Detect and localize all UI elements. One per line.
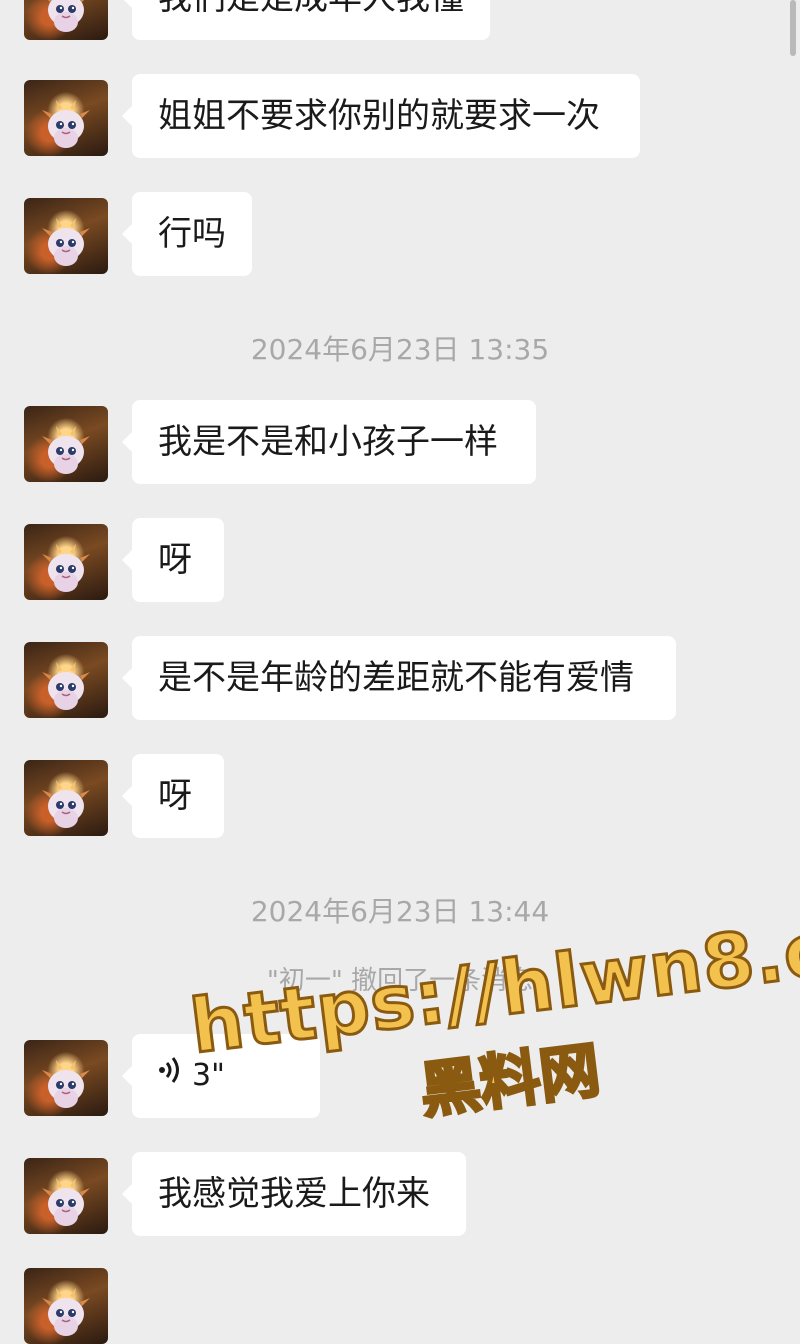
- dragon-avatar-icon: [48, 0, 84, 32]
- avatar[interactable]: [24, 1268, 108, 1344]
- avatar[interactable]: [24, 1158, 108, 1234]
- dragon-avatar-icon: [42, 1060, 90, 1108]
- message-bubble[interactable]: 我感觉我爱上你来: [122, 1152, 466, 1236]
- message-text: 是不是年龄的差距就不能有爱情: [158, 658, 634, 698]
- scrollbar[interactable]: [790, 0, 796, 56]
- message-text: 呀: [158, 776, 192, 816]
- avatar[interactable]: [24, 80, 108, 156]
- voice-duration: 3": [192, 1058, 225, 1093]
- message-bubble[interactable]: 我们是是成年人我懂: [122, 0, 490, 40]
- dragon-avatar-icon: [42, 1288, 90, 1336]
- message-text: 我们是是成年人我懂: [158, 0, 464, 18]
- voice-message-bubble[interactable]: 3": [122, 1034, 320, 1118]
- dragon-avatar-icon: [42, 100, 90, 148]
- dragon-avatar-icon: [42, 662, 90, 710]
- avatar[interactable]: [24, 524, 108, 600]
- message-bubble[interactable]: 呀: [122, 518, 224, 602]
- message-bubble[interactable]: 我是不是和小孩子一样: [122, 400, 536, 484]
- avatar[interactable]: [24, 0, 108, 40]
- message-bubble[interactable]: 姐姐不要求你别的就要求一次: [122, 74, 640, 158]
- dragon-avatar-icon: [42, 426, 90, 474]
- avatar[interactable]: [24, 1040, 108, 1116]
- message-text: 我感觉我爱上你来: [158, 1174, 430, 1214]
- avatar[interactable]: [24, 760, 108, 836]
- avatar[interactable]: [24, 406, 108, 482]
- timestamp: 2024年6月23日 13:44: [250, 895, 550, 928]
- message-bubble[interactable]: 呀: [122, 754, 224, 838]
- dragon-avatar-icon: [42, 544, 90, 592]
- message-text: 我是不是和小孩子一样: [158, 422, 498, 462]
- dragon-avatar-icon: [42, 1178, 90, 1226]
- dragon-avatar-icon: [42, 780, 90, 828]
- message-bubble[interactable]: 行吗: [122, 192, 252, 276]
- dragon-avatar-icon: [42, 218, 90, 266]
- message-text: 呀: [158, 540, 192, 580]
- avatar[interactable]: [24, 642, 108, 718]
- avatar[interactable]: [24, 198, 108, 274]
- voice-wave-icon: [158, 1034, 184, 1118]
- timestamp: 2024年6月23日 13:35: [250, 333, 550, 366]
- recall-notice: "初一" 撤回了一条消息: [266, 966, 534, 996]
- message-bubble[interactable]: 是不是年龄的差距就不能有爱情: [122, 636, 676, 720]
- watermark-site-name: 黑料网: [415, 1034, 605, 1128]
- message-text: 行吗: [158, 214, 226, 254]
- message-text: 姐姐不要求你别的就要求一次: [158, 96, 600, 136]
